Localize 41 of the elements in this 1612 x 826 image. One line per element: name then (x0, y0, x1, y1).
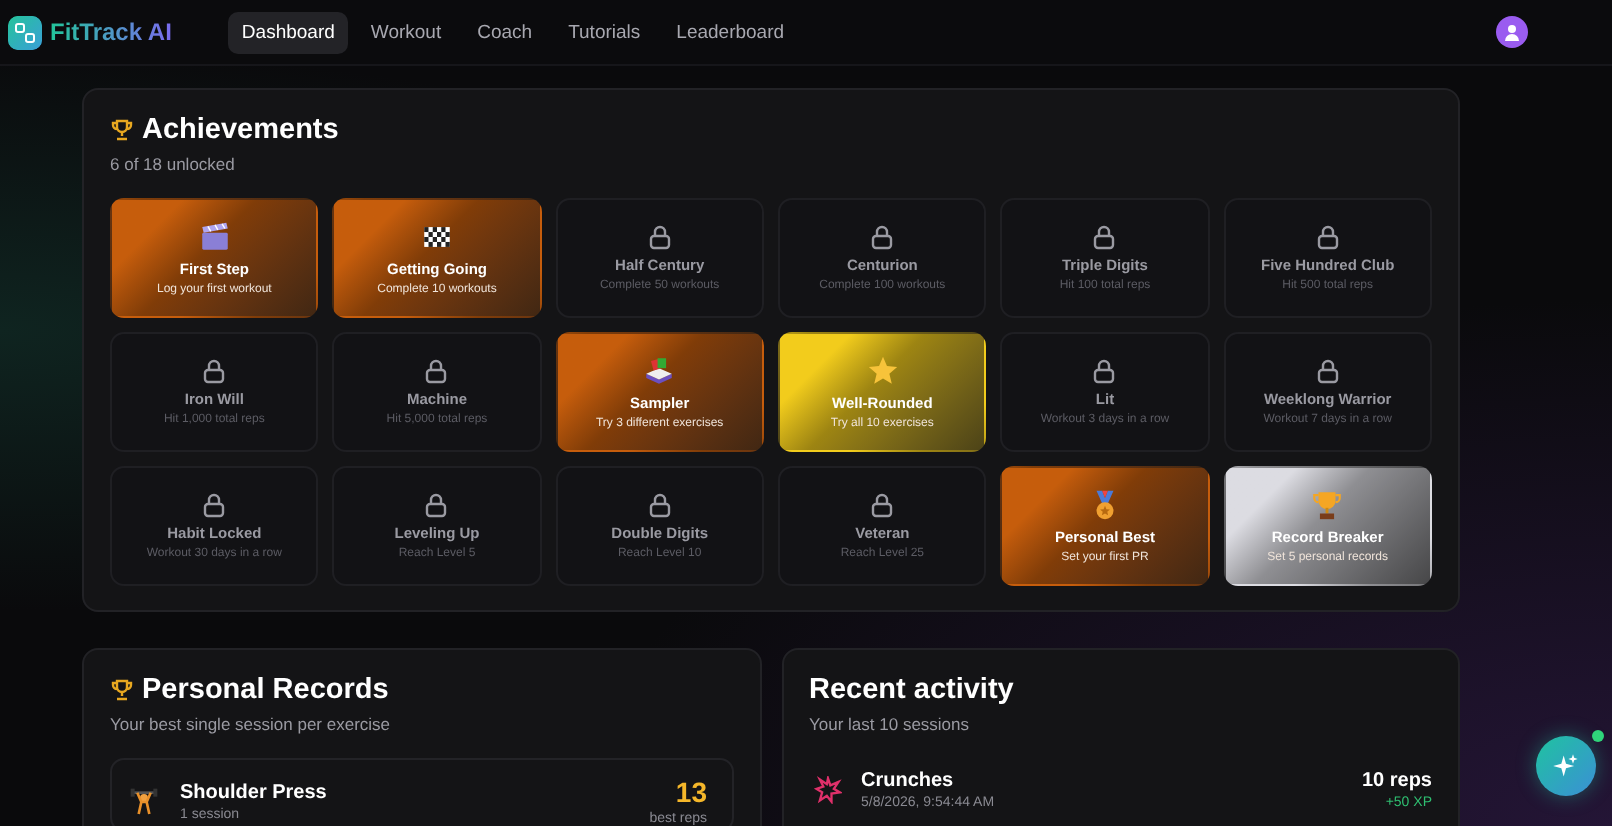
section-subtitle: Your best single session per exercise (110, 714, 393, 734)
badge-icon (865, 354, 900, 388)
section-subtitle: Your last 10 sessions (809, 714, 972, 734)
logo-icon (8, 15, 42, 49)
lock-icon (870, 492, 895, 518)
lock-icon (202, 492, 227, 518)
lock-icon (870, 224, 895, 250)
lock-icon (647, 492, 672, 518)
assistant-button[interactable] (1536, 736, 1596, 796)
badge-icon (642, 354, 677, 388)
nav-tab[interactable]: Workout (356, 11, 456, 53)
exercise-name: Shoulder Press (180, 781, 329, 803)
lock-icon (1092, 358, 1117, 384)
lock-icon (202, 358, 227, 384)
lock-icon (424, 492, 449, 518)
lock-icon (647, 224, 672, 250)
trophy-icon (110, 678, 134, 702)
lock-icon (1092, 224, 1117, 250)
section-title: Recent activity (809, 674, 1014, 706)
lock-icon (424, 358, 449, 384)
section-title: Personal Records (142, 674, 389, 706)
weightlifter-icon (128, 785, 160, 817)
status-dot (1592, 730, 1604, 742)
nav-tab[interactable]: Dashboard (227, 11, 349, 53)
badge-icon (1310, 488, 1345, 522)
badge-icon (197, 220, 232, 254)
rep-count: 10 reps (1361, 770, 1432, 792)
exercise-name: Crunches (861, 770, 956, 792)
avatar-icon[interactable] (1496, 16, 1528, 48)
record-value: 13 (675, 776, 707, 808)
nav-tab[interactable]: Tutorials (554, 11, 655, 53)
lock-icon (1315, 224, 1340, 250)
section-title: Achievements (142, 114, 339, 146)
sparkle-icon (1552, 752, 1580, 780)
section-subtitle: 6 of 18 unlocked (110, 154, 237, 174)
nav-tab[interactable]: Leaderboard (662, 11, 799, 53)
nav-tab[interactable]: Coach (463, 11, 547, 53)
trophy-icon (110, 118, 134, 142)
burst-icon (813, 776, 841, 804)
lock-icon (1315, 358, 1340, 384)
app-name: FitTrack AI (50, 18, 172, 46)
